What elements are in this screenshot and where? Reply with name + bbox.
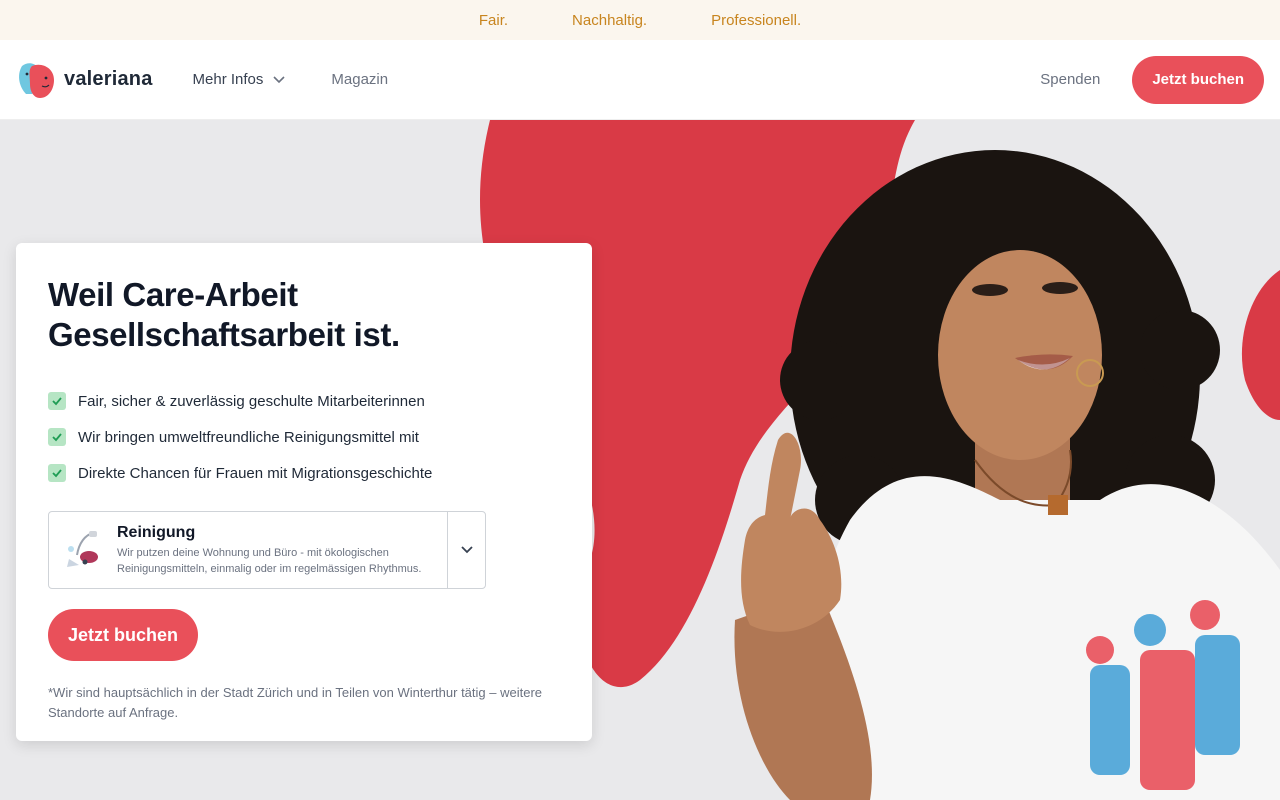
- book-now-button[interactable]: Jetzt buchen: [1132, 55, 1264, 104]
- service-select-main: Reinigung Wir putzen deine Wohnung und B…: [49, 512, 447, 588]
- chevron-down-icon: [460, 546, 473, 554]
- vacuum-cleaner-icon: [67, 531, 98, 567]
- hero-title-line1: Weil Care-Arbeit: [48, 276, 298, 313]
- hero-section: Weil Care-Arbeit Gesellschaftsarbeit ist…: [0, 120, 1280, 800]
- service-select-toggle[interactable]: [447, 512, 485, 588]
- location-note: *Wir sind hauptsächlich in der Stadt Zür…: [48, 685, 543, 720]
- nav-more-info[interactable]: Mehr Infos: [193, 71, 286, 88]
- tagline-professional: Professionell.: [711, 11, 802, 29]
- donate-link[interactable]: Spenden: [1040, 71, 1100, 88]
- hero-book-button[interactable]: Jetzt buchen: [48, 609, 199, 661]
- feature-text: Direkte Chancen für Frauen mit Migration…: [78, 464, 433, 482]
- nav-magazine[interactable]: Magazin: [331, 71, 388, 88]
- service-desc-line1: Wir putzen deine Wohnung und Büro - mit …: [117, 546, 389, 559]
- tagline-fair: Fair.: [478, 11, 509, 29]
- feature-list: Fair, sicher & zuverlässig geschulte Mit…: [48, 383, 560, 491]
- checkmark-icon: [48, 392, 66, 410]
- feature-text: Fair, sicher & zuverlässig geschulte Mit…: [78, 392, 425, 410]
- feature-text: Wir bringen umweltfreundliche Reinigungs…: [78, 428, 419, 446]
- logo-icon: [16, 60, 56, 100]
- logo-text: valeriana: [64, 68, 153, 90]
- hero-title-line2: Gesellschaftsarbeit ist.: [48, 316, 400, 353]
- feature-item: Wir bringen umweltfreundliche Reinigungs…: [48, 419, 560, 455]
- logo[interactable]: valeriana: [16, 60, 153, 100]
- nav-more-info-label: Mehr Infos: [192, 71, 264, 88]
- hero-card: Weil Care-Arbeit Gesellschaftsarbeit ist…: [16, 243, 592, 741]
- service-select[interactable]: Reinigung Wir putzen deine Wohnung und B…: [48, 511, 486, 589]
- site-header: valeriana Mehr Infos Magazin Spenden Jet…: [0, 40, 1280, 120]
- feature-item: Direkte Chancen für Frauen mit Migration…: [48, 455, 560, 491]
- tagline-bar: Fair. Nachhaltig. Professionell.: [0, 0, 1280, 40]
- tagline-sustainable: Nachhaltig.: [572, 11, 648, 29]
- service-description: Wir putzen deine Wohnung und Büro - mit …: [117, 545, 421, 577]
- service-desc-line2: Reinigungsmitteln, einmalig oder im rege…: [117, 562, 422, 575]
- checkmark-icon: [48, 464, 66, 482]
- feature-item: Fair, sicher & zuverlässig geschulte Mit…: [48, 383, 560, 419]
- hero-title: Weil Care-Arbeit Gesellschaftsarbeit ist…: [48, 275, 560, 355]
- main-nav: Mehr Infos Magazin: [193, 71, 389, 88]
- service-title: Reinigung: [117, 523, 196, 541]
- checkmark-icon: [48, 428, 66, 446]
- chevron-down-icon: [273, 75, 285, 83]
